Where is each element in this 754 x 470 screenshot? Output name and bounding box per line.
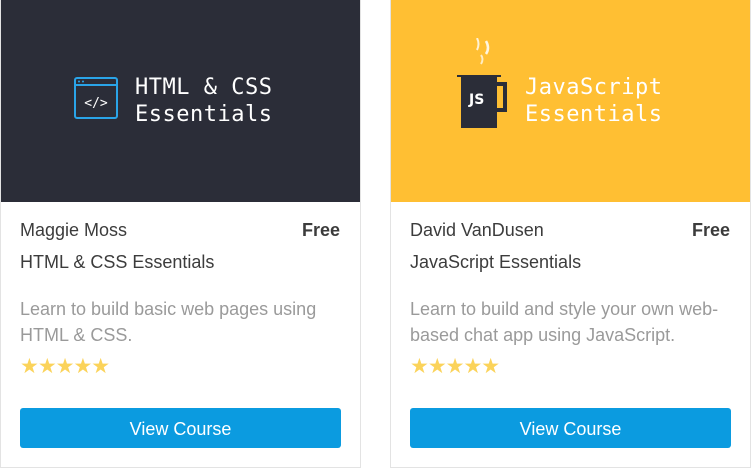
course-description: Learn to build and style your own web-ba… [410, 299, 719, 345]
course-thumbnail[interactable]: JS JavaScript Essentials [391, 0, 750, 202]
course-description: Learn to build basic web pages using HTM… [20, 299, 317, 345]
course-card[interactable]: JS JavaScript Essentials David VanDusen … [390, 0, 751, 468]
course-thumbnail[interactable]: </> HTML & CSS Essentials [1, 0, 360, 202]
course-title[interactable]: HTML & CSS Essentials [20, 252, 214, 273]
course-author: Maggie Moss [20, 220, 128, 240]
course-price: Free [691, 220, 730, 240]
thumbnail-title: HTML & CSS Essentials [135, 75, 273, 127]
rating-stars: ★★★★★ [20, 355, 110, 378]
svg-text:</>: </> [84, 96, 108, 111]
course-author: David VanDusen [410, 220, 544, 240]
thumbnail-title: JavaScript Essentials [525, 75, 663, 127]
course-card[interactable]: </> HTML & CSS Essentials Maggie Moss Fr… [0, 0, 361, 468]
course-price: Free [301, 220, 340, 240]
coffee-mug-js-icon [457, 38, 507, 128]
view-course-button[interactable]: View Course [410, 408, 731, 448]
view-course-button[interactable]: View Course [20, 408, 341, 448]
rating-stars: ★★★★★ [410, 355, 500, 378]
code-window-icon: </> [74, 77, 118, 119]
course-title[interactable]: JavaScript Essentials [410, 252, 581, 273]
js-badge-label: JS [469, 92, 485, 108]
